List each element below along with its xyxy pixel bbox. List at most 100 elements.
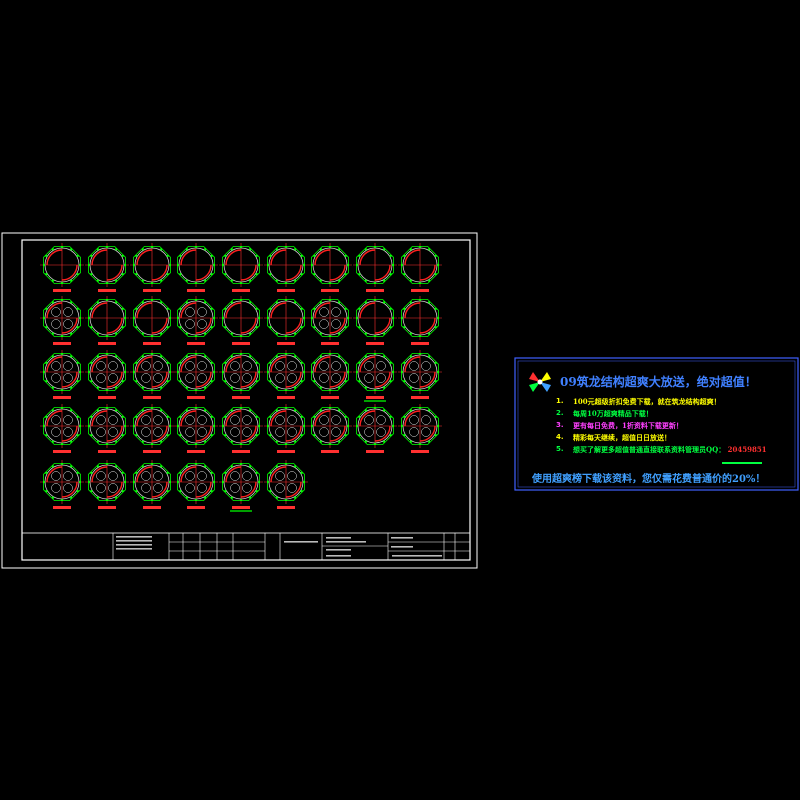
rebar-dot — [76, 379, 79, 383]
column-section — [219, 243, 263, 292]
rebar-dot — [135, 307, 138, 311]
inner-hole — [197, 483, 207, 493]
rebar-dot — [90, 433, 93, 437]
rebar-dot — [269, 307, 272, 311]
rebar-dot — [337, 332, 341, 335]
column-section — [398, 350, 442, 399]
rebar-dot — [90, 379, 93, 383]
section-label — [321, 396, 339, 399]
rebar-dot — [248, 409, 252, 412]
section-arc — [314, 410, 331, 427]
rebar-dot — [224, 361, 227, 365]
inner-hole — [364, 415, 374, 425]
rebar-dot — [96, 332, 100, 335]
section-arc — [151, 317, 168, 334]
rebar-dot — [76, 325, 79, 329]
section-label — [321, 342, 339, 345]
rebar-dot — [434, 307, 437, 311]
inner-hole — [141, 483, 151, 493]
rebar-dot — [313, 325, 316, 329]
rebar-dot — [135, 471, 138, 475]
section-arc — [151, 481, 168, 498]
column-section — [264, 350, 308, 399]
inner-hole — [319, 307, 329, 317]
column-section — [219, 296, 263, 345]
rebar-dot — [194, 442, 198, 446]
inner-hole — [141, 415, 151, 425]
column-section — [398, 404, 442, 453]
column-section — [130, 296, 174, 345]
rebar-dot — [346, 316, 350, 320]
rebar-dot — [284, 442, 288, 446]
rebar-dot — [135, 254, 138, 258]
rebar-dot — [284, 334, 288, 338]
section-arc — [106, 425, 123, 442]
section-arc — [419, 371, 436, 388]
rebar-dot — [203, 386, 207, 389]
section-arc — [419, 264, 436, 281]
rebar-dot — [373, 388, 377, 392]
rebar-dot — [114, 465, 118, 468]
rebar-dot — [409, 409, 413, 412]
rebar-dot — [344, 379, 347, 383]
rebar-dot — [418, 281, 422, 285]
title-block-text — [392, 555, 442, 557]
rebar-dot — [203, 440, 207, 443]
rebar-dot — [358, 361, 361, 365]
column-section — [40, 350, 84, 399]
column-section — [219, 404, 263, 453]
inner-hole — [185, 471, 195, 481]
rebar-dot — [135, 325, 138, 329]
rebar-dot — [328, 334, 332, 338]
inner-hole — [331, 361, 341, 371]
inner-hole — [51, 319, 61, 329]
rebar-dot — [60, 498, 64, 502]
rebar-dot — [166, 254, 169, 258]
section-arc — [225, 356, 242, 373]
section-label — [232, 506, 250, 509]
rebar-dot — [400, 370, 404, 374]
rebar-dot — [69, 386, 73, 389]
rebar-dot — [76, 433, 79, 437]
rebar-dot — [257, 263, 261, 267]
rebar-dot — [239, 352, 243, 356]
rebar-dot — [266, 370, 270, 374]
rebar-dot — [269, 272, 272, 276]
rebar-dot — [373, 281, 377, 285]
title-block-text — [326, 541, 366, 543]
inner-hole — [275, 471, 285, 481]
rebar-dot — [344, 415, 347, 419]
section-arc — [404, 410, 421, 427]
section-arc — [240, 317, 257, 334]
rebar-dot — [166, 471, 169, 475]
rebar-dot — [382, 248, 386, 251]
rebar-dot — [427, 355, 431, 358]
column-section — [308, 243, 352, 292]
rebar-dot — [284, 462, 288, 466]
rebar-dot — [90, 254, 93, 258]
rebar-dot — [427, 279, 431, 282]
rebar-dot — [105, 406, 109, 410]
section-arc — [359, 302, 376, 319]
section-label — [411, 342, 429, 345]
section-label — [411, 450, 429, 453]
rebar-dot — [179, 307, 182, 311]
rebar-dot — [141, 355, 145, 358]
rebar-dot — [302, 316, 306, 320]
rebar-dot — [269, 361, 272, 365]
inner-hole — [275, 483, 285, 493]
rebar-dot — [328, 298, 332, 302]
rebar-dot — [293, 248, 297, 251]
title-block-text — [116, 536, 152, 538]
rebar-dot — [328, 388, 332, 392]
rebar-dot — [42, 424, 46, 428]
inner-hole — [153, 415, 163, 425]
section-arc — [46, 410, 63, 427]
inner-hole — [287, 483, 297, 493]
section-label — [98, 289, 116, 292]
section-label — [53, 289, 71, 292]
section-label — [143, 396, 161, 399]
section-arc — [195, 317, 212, 334]
rebar-dot — [105, 281, 109, 285]
section-arc — [285, 481, 302, 498]
